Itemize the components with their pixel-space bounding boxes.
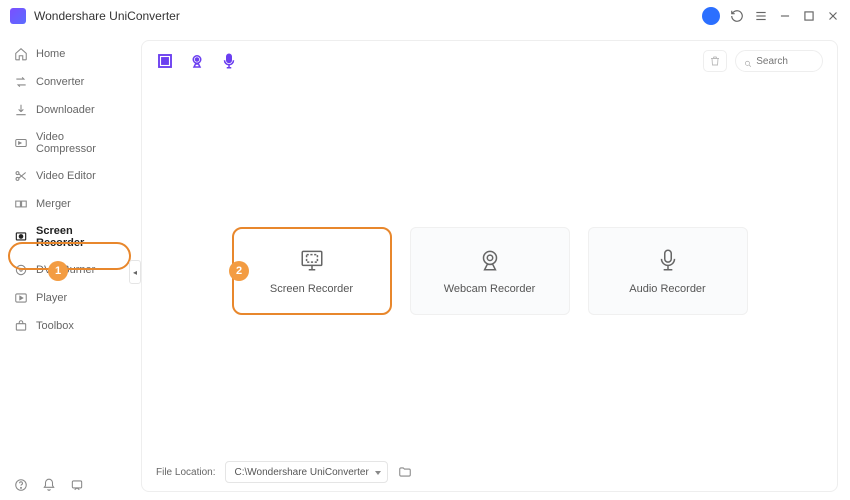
sidebar-item-merger[interactable]: Merger <box>0 190 135 218</box>
microphone-icon <box>655 247 681 273</box>
player-icon <box>14 291 28 305</box>
home-icon <box>14 47 28 61</box>
sidebar-item-label: Video Editor <box>36 170 96 182</box>
scissors-icon <box>14 169 28 183</box>
mode-screen-icon[interactable] <box>156 52 174 70</box>
sidebar-item-editor[interactable]: Video Editor <box>0 162 135 190</box>
annotation-callout-1: 1 <box>48 261 68 281</box>
sidebar-item-downloader[interactable]: Downloader <box>0 96 135 124</box>
file-location-path: C:\Wondershare UniConverter <box>234 467 368 478</box>
toolbar-right <box>703 50 823 72</box>
open-folder-button[interactable] <box>398 465 412 479</box>
footer: File Location: C:\Wondershare UniConvert… <box>142 453 837 491</box>
help-icon[interactable] <box>14 478 28 492</box>
sidebar-item-label: Downloader <box>36 104 95 116</box>
card-audio-recorder[interactable]: Audio Recorder <box>588 227 748 315</box>
content: Screen Recorder Webcam Recorder Audio Re… <box>135 32 850 500</box>
dvd-icon <box>14 263 28 277</box>
trash-button[interactable] <box>703 50 727 72</box>
main: Home Converter Downloader Video Compress… <box>0 32 850 500</box>
notification-icon[interactable] <box>42 478 56 492</box>
sidebar: Home Converter Downloader Video Compress… <box>0 32 135 500</box>
panel: Screen Recorder Webcam Recorder Audio Re… <box>141 40 838 492</box>
file-location-select[interactable]: C:\Wondershare UniConverter <box>225 461 387 483</box>
sidebar-item-toolbox[interactable]: Toolbox <box>0 312 135 340</box>
sidebar-item-label: Toolbox <box>36 320 74 332</box>
feedback-icon[interactable] <box>70 478 84 492</box>
refresh-icon[interactable] <box>730 9 744 23</box>
app-title: Wondershare UniConverter <box>34 9 180 23</box>
menu-icon[interactable] <box>754 9 768 23</box>
compressor-icon <box>14 136 28 150</box>
screen-recorder-icon <box>299 247 325 273</box>
sidebar-item-home[interactable]: Home <box>0 40 135 68</box>
recorder-icon <box>14 230 28 244</box>
maximize-icon[interactable] <box>802 9 816 23</box>
sidebar-item-label: Video Compressor <box>36 131 121 155</box>
app-logo-icon <box>10 8 26 24</box>
mode-audio-icon[interactable] <box>220 52 238 70</box>
sidebar-item-screen-recorder[interactable]: Screen Recorder <box>0 218 135 256</box>
sidebar-collapse-button[interactable]: ◂ <box>129 260 141 284</box>
search-input[interactable] <box>756 56 814 67</box>
card-screen-recorder[interactable]: Screen Recorder <box>232 227 392 315</box>
card-webcam-recorder[interactable]: Webcam Recorder <box>410 227 570 315</box>
minimize-icon[interactable] <box>778 9 792 23</box>
sidebar-item-label: Merger <box>36 198 71 210</box>
titlebar-right <box>702 7 840 25</box>
cards-area: Screen Recorder Webcam Recorder Audio Re… <box>142 81 837 453</box>
download-icon <box>14 103 28 117</box>
sidebar-footer <box>0 478 135 492</box>
mode-webcam-icon[interactable] <box>188 52 206 70</box>
toolbox-icon <box>14 319 28 333</box>
converter-icon <box>14 75 28 89</box>
search-icon <box>744 56 752 66</box>
sidebar-item-label: Converter <box>36 76 84 88</box>
sidebar-item-player[interactable]: Player <box>0 284 135 312</box>
titlebar-left: Wondershare UniConverter <box>10 8 180 24</box>
close-icon[interactable] <box>826 9 840 23</box>
titlebar: Wondershare UniConverter <box>0 0 850 32</box>
card-label: Screen Recorder <box>270 283 353 295</box>
user-avatar-icon[interactable] <box>702 7 720 25</box>
merger-icon <box>14 197 28 211</box>
sidebar-item-label: Home <box>36 48 65 60</box>
toolbar <box>142 41 837 81</box>
sidebar-item-converter[interactable]: Converter <box>0 68 135 96</box>
card-label: Audio Recorder <box>629 283 705 295</box>
file-location-label: File Location: <box>156 467 215 478</box>
card-label: Webcam Recorder <box>444 283 536 295</box>
sidebar-item-label: Player <box>36 292 67 304</box>
search-box[interactable] <box>735 50 823 72</box>
webcam-icon <box>477 247 503 273</box>
sidebar-item-compressor[interactable]: Video Compressor <box>0 124 135 162</box>
sidebar-item-label: Screen Recorder <box>36 225 121 249</box>
annotation-callout-2: 2 <box>229 261 249 281</box>
